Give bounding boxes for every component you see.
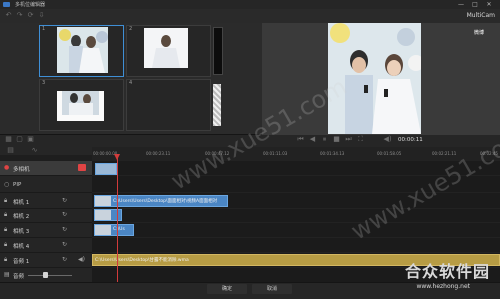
ruler-tick: 00:02:21.11 bbox=[432, 151, 457, 156]
sync-icon[interactable]: ↻ bbox=[62, 212, 68, 218]
clip-thumbnail bbox=[95, 225, 111, 235]
cancel-button[interactable]: 取消 bbox=[252, 284, 292, 294]
volume-icon[interactable]: ◀) bbox=[383, 135, 392, 144]
close-button[interactable]: ✕ bbox=[484, 1, 494, 8]
waveform-tab-icon[interactable]: ∿ bbox=[30, 146, 39, 155]
ruler-tick: 00:01:11.03 bbox=[263, 151, 288, 156]
ok-button[interactable]: 确定 bbox=[207, 284, 247, 294]
sync-icon[interactable]: ↻ bbox=[62, 198, 68, 204]
app-icon bbox=[3, 2, 10, 7]
refresh-icon[interactable]: ⟳ bbox=[26, 11, 35, 20]
volume-slider-handle[interactable] bbox=[43, 272, 48, 278]
maximize-button[interactable]: □ bbox=[470, 1, 480, 8]
lane-camera-4[interactable] bbox=[92, 238, 500, 253]
track-label: 音频 bbox=[13, 274, 25, 280]
camera-2-number: 2 bbox=[129, 26, 133, 32]
track-label: 多相机 bbox=[13, 167, 30, 173]
undo-icon[interactable]: ↶ bbox=[4, 11, 13, 20]
speaker-icon[interactable]: ◀) bbox=[78, 257, 85, 263]
camera-4-number: 4 bbox=[129, 80, 133, 86]
volume-slider-track[interactable] bbox=[28, 275, 72, 276]
playhead-line[interactable] bbox=[117, 155, 118, 282]
camera-1-clip[interactable]: C:\Users\Users\Desktop\面面相对\视频A面面相对 bbox=[94, 195, 228, 207]
ruler-tick: 00:00:00.00 bbox=[93, 151, 118, 156]
redo-icon[interactable]: ↷ bbox=[15, 11, 24, 20]
prev-frame-icon[interactable]: ⏮ bbox=[296, 135, 305, 144]
step-back-icon[interactable]: ◀ bbox=[308, 135, 317, 144]
logo-watermark: 合众软件园 bbox=[404, 262, 490, 281]
track-label: 相机 1 bbox=[13, 200, 30, 206]
track-label: 相机 4 bbox=[13, 244, 30, 250]
stop-icon[interactable]: ■ bbox=[332, 135, 341, 144]
camera-4-side-strip bbox=[213, 84, 221, 126]
media-tab-icon[interactable]: ▤ bbox=[6, 146, 15, 155]
lock-icon[interactable]: 🔒︎ bbox=[4, 198, 10, 204]
camera-3-thumbnail bbox=[57, 91, 104, 121]
lock-icon[interactable]: 🔒︎ bbox=[4, 227, 10, 233]
preview-image bbox=[328, 23, 421, 134]
pip-icon: ○ bbox=[4, 181, 10, 188]
camera-2-image bbox=[144, 28, 188, 68]
lock-icon[interactable]: 🔒︎ bbox=[4, 212, 10, 218]
brand-label: MultiCam bbox=[466, 12, 495, 19]
camera-1-thumbnail bbox=[57, 27, 108, 73]
audio-icon: ▤ bbox=[4, 271, 10, 278]
lock-icon[interactable]: 🔒︎ bbox=[4, 242, 10, 248]
clip-thumbnail bbox=[95, 196, 111, 206]
pip-view-icon[interactable]: ▣ bbox=[26, 135, 35, 144]
record-icon: ● bbox=[4, 164, 10, 171]
camera-3-clip[interactable]: C:\Us bbox=[94, 224, 134, 236]
pause-icon[interactable]: ⏸ bbox=[320, 135, 329, 144]
toolbar bbox=[0, 9, 500, 24]
camera-1-image bbox=[57, 27, 108, 73]
ruler-tick: 00:01:34.13 bbox=[320, 151, 345, 156]
track-label: PIP bbox=[13, 182, 22, 188]
export-icon[interactable]: ⇩ bbox=[37, 11, 46, 20]
lock-icon[interactable]: 🔒︎ bbox=[4, 257, 10, 263]
camera-3-number: 3 bbox=[42, 80, 46, 86]
track-label: 相机 3 bbox=[13, 229, 30, 235]
camera-3-image bbox=[57, 91, 104, 121]
minimize-button[interactable]: — bbox=[456, 1, 466, 8]
clip-thumbnail bbox=[95, 210, 111, 220]
audio-clip-label: C:\Users\Users\Desktop\甘露不能消除.wma bbox=[95, 258, 189, 263]
multicam-flag-icon[interactable] bbox=[78, 164, 86, 171]
clip-path-label: C:\Users\Users\Desktop\面面相对\视频A面面相对 bbox=[113, 199, 218, 204]
track-label: 相机 2 bbox=[13, 214, 30, 220]
camera-2-thumbnail bbox=[144, 28, 188, 68]
clip-path-label: C:\Us bbox=[113, 227, 125, 232]
camera-4-cell[interactable] bbox=[126, 79, 211, 131]
fullscreen-icon[interactable]: ⛶ bbox=[356, 135, 365, 144]
sync-icon[interactable]: ↻ bbox=[62, 257, 68, 263]
track-label: 音频 1 bbox=[13, 259, 30, 265]
clip-thumbnail bbox=[96, 164, 116, 174]
grid-layout-icon[interactable]: ▦ bbox=[4, 135, 13, 144]
camera-2-side-strip bbox=[213, 27, 223, 75]
timecode-display: 00:00:11 bbox=[398, 137, 423, 143]
preview-watermark: 微博 bbox=[474, 30, 485, 36]
single-view-icon[interactable]: ▢ bbox=[15, 135, 24, 144]
lane-camera-3[interactable] bbox=[92, 223, 500, 238]
camera-1-number: 1 bbox=[42, 26, 46, 32]
sync-icon[interactable]: ↻ bbox=[62, 242, 68, 248]
ruler-tick: 00:00:23.11 bbox=[146, 151, 171, 156]
multicam-clip[interactable] bbox=[95, 163, 117, 175]
title-bar bbox=[0, 0, 500, 9]
lane-camera-2[interactable] bbox=[92, 208, 500, 223]
preview-frame bbox=[328, 23, 421, 134]
ruler-tick: 00:01:58.05 bbox=[377, 151, 402, 156]
sync-icon[interactable]: ↻ bbox=[62, 227, 68, 233]
logo-watermark-url: www.hezhong.net bbox=[416, 283, 470, 290]
next-frame-icon[interactable]: ⏭ bbox=[344, 135, 353, 144]
window-title: 多机位编辑器 bbox=[15, 2, 46, 8]
